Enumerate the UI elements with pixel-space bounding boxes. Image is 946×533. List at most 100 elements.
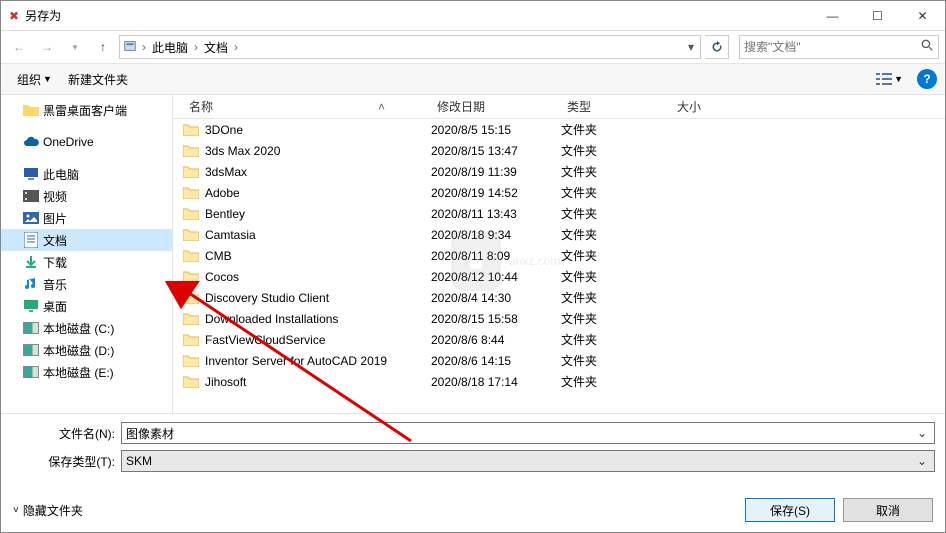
filetype-field[interactable]: SKM ⌄ <box>121 450 935 472</box>
file-name: FastViewCloudService <box>205 333 326 347</box>
header-type[interactable]: 类型 <box>561 98 671 115</box>
file-type: 文件夹 <box>561 268 671 285</box>
tree-item-label: 文档 <box>43 232 67 249</box>
cancel-button[interactable]: 取消 <box>843 498 933 522</box>
doc-icon <box>23 232 39 248</box>
crumb-documents[interactable]: 文档 <box>200 36 232 58</box>
tree-item-label: 下载 <box>43 254 67 271</box>
tree-item[interactable]: 桌面 <box>1 295 172 317</box>
minimize-button[interactable]: — <box>810 1 855 31</box>
tree-item[interactable]: 文档 <box>1 229 172 251</box>
chevron-right-icon[interactable]: › <box>192 40 200 54</box>
tree-item[interactable]: 图片 <box>1 207 172 229</box>
titlebar: ✖ 另存为 — ☐ ✕ <box>1 1 945 31</box>
breadcrumb-dropdown[interactable]: ▾ <box>682 40 700 54</box>
file-name: 3ds Max 2020 <box>205 144 280 158</box>
chevron-down-icon: ▼ <box>894 74 903 84</box>
help-button[interactable]: ? <box>917 69 937 89</box>
filetype-label: 保存类型(T): <box>11 453 121 470</box>
chevron-right-icon[interactable]: › <box>232 40 240 54</box>
maximize-button[interactable]: ☐ <box>855 1 900 31</box>
file-row[interactable]: Downloaded Installations2020/8/15 15:58文… <box>173 308 945 329</box>
file-name: Jihosoft <box>205 375 246 389</box>
file-row[interactable]: Inventor Server for AutoCAD 20192020/8/6… <box>173 350 945 371</box>
folder-icon <box>183 227 201 243</box>
file-date: 2020/8/19 14:52 <box>431 186 561 200</box>
nav-tree[interactable]: 黑雷桌面客户端OneDrive此电脑视频图片文档下载音乐桌面本地磁盘 (C:)本… <box>1 95 173 413</box>
tree-item[interactable]: 视频 <box>1 185 172 207</box>
tree-item[interactable]: 音乐 <box>1 273 172 295</box>
file-row[interactable]: Cocos2020/8/12 10:44文件夹 <box>173 266 945 287</box>
disk-icon <box>23 320 39 336</box>
file-name: Bentley <box>205 207 245 221</box>
folder-icon <box>183 311 201 327</box>
folder-icon <box>23 102 39 118</box>
file-type: 文件夹 <box>561 184 671 201</box>
file-row[interactable]: FastViewCloudService2020/8/6 8:44文件夹 <box>173 329 945 350</box>
back-button[interactable]: ← <box>7 35 31 59</box>
breadcrumb[interactable]: › 此电脑 › 文档 › ▾ <box>119 35 701 59</box>
crumb-this-pc[interactable]: 此电脑 <box>148 36 192 58</box>
file-row[interactable]: 3DOne2020/8/5 15:15文件夹 <box>173 119 945 140</box>
header-date[interactable]: 修改日期 <box>431 98 561 115</box>
tree-item[interactable]: 此电脑 <box>1 163 172 185</box>
tree-item[interactable]: 本地磁盘 (E:) <box>1 361 172 383</box>
file-name: 3dsMax <box>205 165 247 179</box>
file-date: 2020/8/18 17:14 <box>431 375 561 389</box>
folder-icon <box>183 143 201 159</box>
file-row[interactable]: Bentley2020/8/11 13:43文件夹 <box>173 203 945 224</box>
file-list: 名称˄ 修改日期 类型 大小 3DOne2020/8/5 15:15文件夹3ds… <box>173 95 945 413</box>
file-row[interactable]: Adobe 2020/8/19 14:52文件夹 <box>173 182 945 203</box>
file-row[interactable]: 3ds Max 20202020/8/15 13:47文件夹 <box>173 140 945 161</box>
recent-dropdown[interactable]: ▾ <box>63 35 87 59</box>
file-name: Camtasia <box>205 228 256 242</box>
file-name: Adobe <box>205 186 240 200</box>
header-size[interactable]: 大小 <box>671 98 751 115</box>
tree-item-label: 黑雷桌面客户端 <box>43 102 127 119</box>
folder-icon <box>183 290 201 306</box>
tree-item[interactable]: 下载 <box>1 251 172 273</box>
folder-icon <box>183 332 201 348</box>
file-row[interactable]: 3dsMax2020/8/19 11:39文件夹 <box>173 161 945 182</box>
search-input[interactable] <box>744 40 921 54</box>
file-type: 文件夹 <box>561 247 671 264</box>
file-rows[interactable]: 3DOne2020/8/5 15:15文件夹3ds Max 20202020/8… <box>173 119 945 413</box>
header-name[interactable]: 名称˄ <box>183 98 431 115</box>
tree-item[interactable]: 黑雷桌面客户端 <box>1 99 172 121</box>
file-row[interactable]: CMB2020/8/11 8:09文件夹 <box>173 245 945 266</box>
close-button[interactable]: ✕ <box>900 1 945 31</box>
tree-item[interactable]: OneDrive <box>1 131 172 153</box>
file-row[interactable]: Jihosoft2020/8/18 17:14文件夹 <box>173 371 945 392</box>
column-headers: 名称˄ 修改日期 类型 大小 <box>173 95 945 119</box>
filename-dropdown[interactable]: ⌄ <box>914 426 930 440</box>
filename-input[interactable] <box>126 426 914 440</box>
file-type: 文件夹 <box>561 226 671 243</box>
filename-field[interactable]: ⌄ <box>121 422 935 444</box>
toolbar: 组织 ▼ 新建文件夹 ▼ ? <box>1 63 945 95</box>
file-row[interactable]: Camtasia 2020/8/18 9:34文件夹 <box>173 224 945 245</box>
folder-icon <box>183 374 201 390</box>
filetype-dropdown[interactable]: ⌄ <box>914 454 930 468</box>
view-mode-button[interactable]: ▼ <box>870 69 909 89</box>
tree-item-label: OneDrive <box>43 135 94 149</box>
organize-button[interactable]: 组织 ▼ <box>9 68 60 91</box>
hide-folders-toggle[interactable]: ˅ 隐藏文件夹 <box>13 502 83 519</box>
new-folder-button[interactable]: 新建文件夹 <box>60 68 136 91</box>
up-button[interactable]: ↑ <box>91 35 115 59</box>
chevron-right-icon[interactable]: › <box>140 40 148 54</box>
search-icon[interactable] <box>921 39 934 55</box>
tree-item[interactable]: 本地磁盘 (D:) <box>1 339 172 361</box>
save-button[interactable]: 保存(S) <box>745 498 835 522</box>
filetype-value: SKM <box>126 454 152 468</box>
search-box[interactable] <box>739 35 939 59</box>
filename-label: 文件名(N): <box>11 425 121 442</box>
file-row[interactable]: Discovery Studio Client2020/8/4 14:30文件夹 <box>173 287 945 308</box>
folder-icon <box>183 164 201 180</box>
chevron-down-icon: ▼ <box>43 74 52 84</box>
location-icon <box>120 39 140 56</box>
file-type: 文件夹 <box>561 205 671 222</box>
tree-item[interactable]: 本地磁盘 (C:) <box>1 317 172 339</box>
refresh-button[interactable] <box>705 35 729 59</box>
forward-button[interactable]: → <box>35 35 59 59</box>
file-date: 2020/8/18 9:34 <box>431 228 561 242</box>
